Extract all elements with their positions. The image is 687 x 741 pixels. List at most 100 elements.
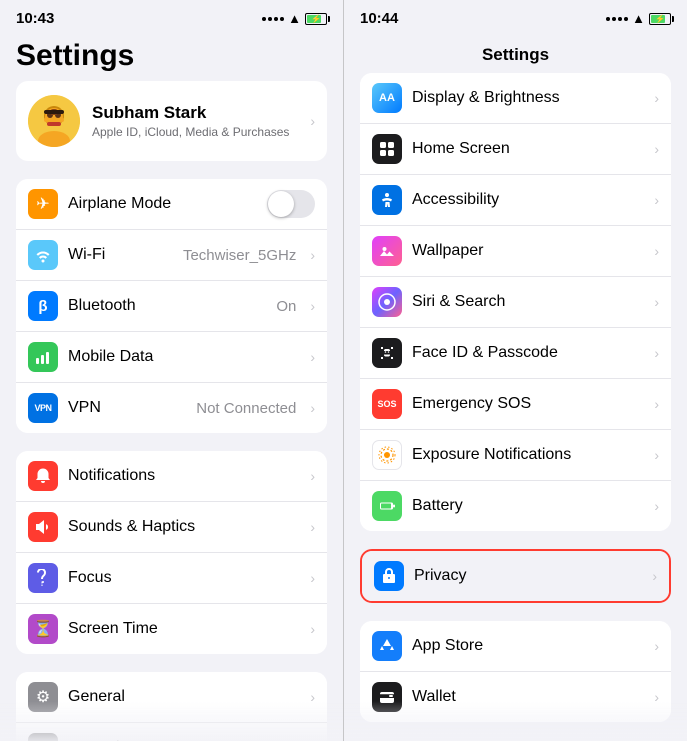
privacy-icon <box>374 561 404 591</box>
profile-name: Subham Stark <box>92 103 298 123</box>
sounds-icon <box>28 512 58 542</box>
sounds-row[interactable]: Sounds & Haptics › <box>16 502 327 553</box>
app-store-chevron: › <box>654 638 659 654</box>
battery-label: Battery <box>412 497 644 515</box>
battery-chevron: › <box>654 498 659 514</box>
connectivity-group: ✈ Airplane Mode Wi-Fi Techwiser_5GHz › β… <box>16 179 327 433</box>
sounds-chevron: › <box>310 519 315 535</box>
left-status-bar: 10:43 ▲ ⚡ <box>0 0 343 31</box>
vpn-icon: VPN <box>28 393 58 423</box>
bluetooth-row[interactable]: β Bluetooth On › <box>16 281 327 332</box>
battery-icon: ⚡ <box>305 13 327 25</box>
home-screen-row[interactable]: Home Screen › <box>360 124 671 175</box>
airplane-mode-icon: ✈ <box>28 189 58 219</box>
bluetooth-value: On <box>276 298 296 315</box>
system-group: ⚙ General › Control Centre › AA Display … <box>16 672 327 741</box>
faceid-icon <box>372 338 402 368</box>
emergency-sos-chevron: › <box>654 396 659 412</box>
privacy-chevron: › <box>652 568 657 584</box>
privacy-label: Privacy <box>414 567 642 585</box>
mobile-data-icon <box>28 342 58 372</box>
vpn-row[interactable]: VPN VPN Not Connected › <box>16 383 327 433</box>
avatar <box>28 95 80 147</box>
notifications-label: Notifications <box>68 467 300 485</box>
right-title: Settings <box>482 45 549 64</box>
right-panel: 10:44 ▲ ⚡ Settings AA Display & Brightne… <box>344 0 687 741</box>
accessibility-row[interactable]: Accessibility › <box>360 175 671 226</box>
wallet-row[interactable]: Wallet › <box>360 672 671 722</box>
screen-time-chevron: › <box>310 621 315 637</box>
wallpaper-chevron: › <box>654 243 659 259</box>
left-time: 10:43 <box>16 10 54 27</box>
mobile-data-label: Mobile Data <box>68 348 300 366</box>
airplane-mode-toggle[interactable] <box>267 190 315 218</box>
control-centre-row[interactable]: Control Centre › <box>16 723 327 741</box>
app-store-icon <box>372 631 402 661</box>
profile-card[interactable]: Subham Stark Apple ID, iCloud, Media & P… <box>16 81 327 161</box>
focus-chevron: › <box>310 570 315 586</box>
sos-icon: SOS <box>372 389 402 419</box>
wifi-value: Techwiser_5GHz <box>183 247 296 264</box>
app-store-label: App Store <box>412 637 644 655</box>
wallpaper-icon <box>372 236 402 266</box>
home-screen-icon <box>372 134 402 164</box>
general-icon: ⚙ <box>28 682 58 712</box>
mobile-data-chevron: › <box>310 349 315 365</box>
airplane-mode-label: Airplane Mode <box>68 195 257 213</box>
focus-label: Focus <box>68 569 300 587</box>
exposure-chevron: › <box>654 447 659 463</box>
left-header: Settings <box>0 31 343 81</box>
wallet-icon <box>372 682 402 712</box>
right-status-bar: 10:44 ▲ ⚡ <box>344 0 687 31</box>
battery-row-icon <box>372 491 402 521</box>
general-label: General <box>68 688 300 706</box>
privacy-row[interactable]: Privacy › <box>362 551 669 601</box>
general-chevron: › <box>310 689 315 705</box>
bluetooth-chevron: › <box>310 298 315 314</box>
wallpaper-row[interactable]: Wallpaper › <box>360 226 671 277</box>
profile-chevron: › <box>310 113 315 129</box>
accessibility-chevron: › <box>654 192 659 208</box>
privacy-container: Privacy › <box>360 549 671 603</box>
bluetooth-icon: β <box>28 291 58 321</box>
wifi-icon: ▲ <box>288 11 301 26</box>
faceid-row[interactable]: Face ID & Passcode › <box>360 328 671 379</box>
general-row[interactable]: ⚙ General › <box>16 672 327 723</box>
screen-time-row[interactable]: ⏳ Screen Time › <box>16 604 327 654</box>
airplane-mode-row[interactable]: ✈ Airplane Mode <box>16 179 327 230</box>
wallet-label: Wallet <box>412 688 644 706</box>
right-battery-icon: ⚡ <box>649 13 671 25</box>
notifications-row[interactable]: Notifications › <box>16 451 327 502</box>
focus-row[interactable]: Focus › <box>16 553 327 604</box>
vpn-label: VPN <box>68 399 186 417</box>
siri-icon <box>372 287 402 317</box>
right-wifi-icon: ▲ <box>632 11 645 26</box>
wifi-row-icon <box>28 240 58 270</box>
home-screen-chevron: › <box>654 141 659 157</box>
faceid-chevron: › <box>654 345 659 361</box>
right-time: 10:44 <box>360 10 398 27</box>
faceid-label: Face ID & Passcode <box>412 344 644 362</box>
emergency-sos-label: Emergency SOS <box>412 395 644 413</box>
exposure-label: Exposure Notifications <box>412 446 644 464</box>
right-scroll: AA Display & Brightness › Home Screen › … <box>344 73 687 741</box>
siri-row[interactable]: Siri & Search › <box>360 277 671 328</box>
exposure-row[interactable]: Exposure Notifications › <box>360 430 671 481</box>
vpn-value: Not Connected <box>196 400 296 417</box>
display-group: AA Display & Brightness › Home Screen › … <box>360 73 671 531</box>
focus-icon <box>28 563 58 593</box>
left-scroll: Settings Subham <box>0 31 343 741</box>
display-row[interactable]: AA Display & Brightness › <box>360 73 671 124</box>
emergency-sos-row[interactable]: SOS Emergency SOS › <box>360 379 671 430</box>
app-store-row[interactable]: App Store › <box>360 621 671 672</box>
wifi-label: Wi-Fi <box>68 246 173 264</box>
wifi-chevron: › <box>310 247 315 263</box>
siri-label: Siri & Search <box>412 293 644 311</box>
signal-icon <box>262 17 284 21</box>
accessibility-icon <box>372 185 402 215</box>
wifi-row[interactable]: Wi-Fi Techwiser_5GHz › <box>16 230 327 281</box>
battery-row[interactable]: Battery › <box>360 481 671 531</box>
right-header: Settings <box>344 31 687 73</box>
mobile-data-row[interactable]: Mobile Data › <box>16 332 327 383</box>
wallpaper-label: Wallpaper <box>412 242 644 260</box>
